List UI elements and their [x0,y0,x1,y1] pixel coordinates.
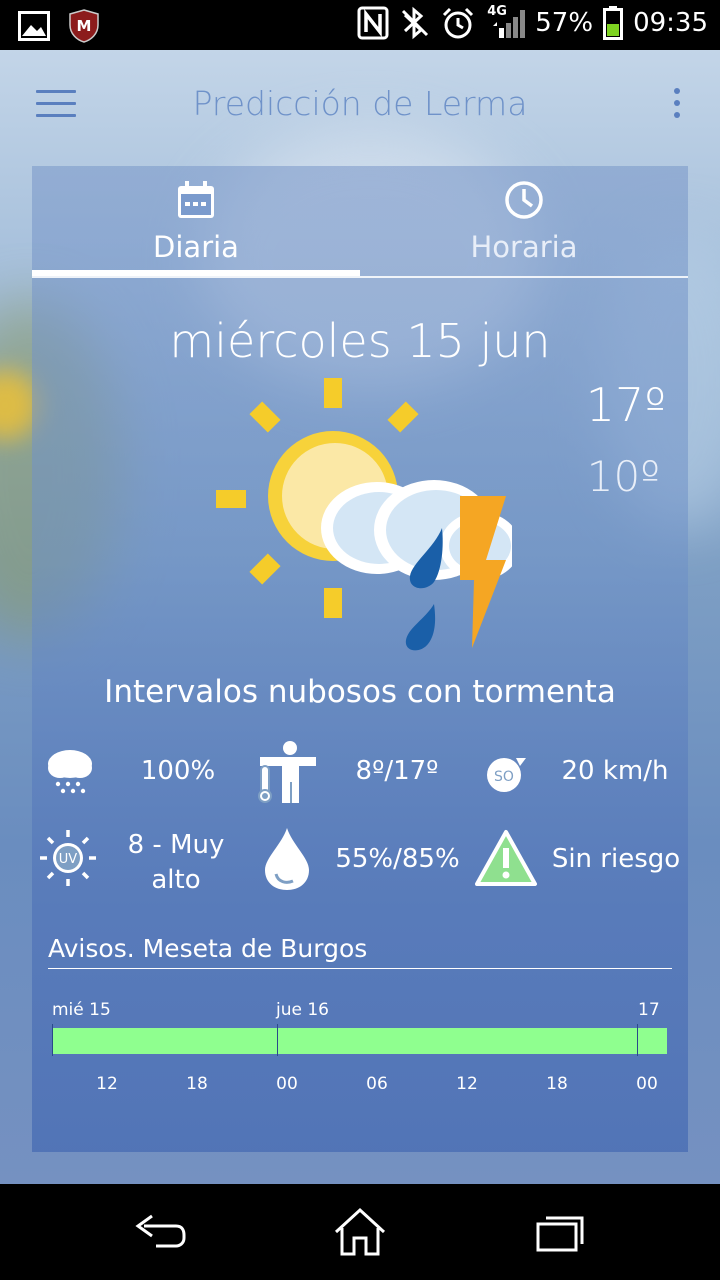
uv-sun-icon: UV [40,830,96,886]
status-bar: M 4G 57% 09:35 [0,0,720,50]
rain-cloud-icon [48,750,92,794]
app-screen: Predicción de Lerma Diaria Horaria miérc… [0,50,720,1184]
partly-cloudy-storm-icon [216,378,512,651]
temperature-person-icon [258,741,316,803]
image-icon [18,11,50,41]
tab-hourly[interactable]: Horaria [360,166,688,278]
timeline-tick [52,1024,53,1056]
timeline-day-label: mié 15 [52,1000,111,1020]
timeline-hour-label: 00 [276,1074,298,1094]
calendar-icon [178,181,214,218]
overflow-menu-button[interactable] [670,88,684,124]
more-vert-icon [674,100,680,106]
risk-level: Sin riesgo [551,844,681,874]
uv-index-value: 8 - Muy [127,830,225,860]
uv-index: 8 - Muy alto [116,828,236,898]
navigation-bar [0,1184,720,1280]
page-title: Predicción de Lerma [192,84,528,123]
weather-condition: Intervalos nubosos con tormenta [104,674,616,710]
timeline-day-label: jue 16 [276,1000,329,1020]
battery-icon [603,6,624,40]
more-vert-icon [674,112,680,118]
wind-direction-icon: SO [487,758,526,792]
warning-triangle-icon [475,830,537,886]
tab-hourly-label: Horaria [470,230,578,264]
more-vert-icon [674,88,680,94]
uv-label: UV [59,852,78,867]
wind-speed: 20 km/h [561,756,669,786]
warnings-title: Avisos. Meseta de Burgos [48,934,368,963]
uv-index-level: alto [151,865,201,895]
timeline-tick [277,1024,278,1056]
recent-apps-button[interactable] [530,1204,590,1260]
warnings-divider [48,968,672,969]
battery-percent: 57% [535,8,594,38]
timeline-hour-label: 12 [96,1074,118,1094]
tab-daily-label: Diaria [153,230,239,264]
humidity-drop-icon [265,828,309,890]
back-button[interactable] [130,1204,190,1260]
clock-time: 09:35 [633,8,708,38]
timeline-hour-label: 00 [636,1074,658,1094]
clock-icon [505,181,543,219]
svg-text:M: M [77,17,92,35]
nfc-icon [357,6,389,40]
timeline-hour-label: 06 [366,1074,388,1094]
app-bar: Predicción de Lerma [0,50,720,162]
warning-level-bar [52,1028,667,1054]
bluetooth-off-icon [402,6,429,40]
tab-daily[interactable]: Diaria [32,166,360,278]
humidity: 55%/85% [335,844,460,874]
precipitation-probability: 100% [140,756,216,786]
temp-min: 10º [586,452,660,501]
temperature-range: 8º/17º [355,756,439,786]
timeline-hour-label: 12 [456,1074,478,1094]
timeline-hour-label: 18 [546,1074,568,1094]
timeline-tick [637,1024,638,1056]
tab-bar: Diaria Horaria [32,166,688,278]
timeline-day-label: 17 [638,1000,660,1020]
temp-max: 17º [585,378,666,432]
forecast-panel: Diaria Horaria miércoles 15 jun 17º 10º [32,166,688,1152]
warnings-timeline: mié 15 jue 16 17 12 18 00 06 12 18 00 [48,1000,672,1110]
home-button[interactable] [330,1204,390,1260]
alarm-icon [443,7,474,39]
wind-direction-label: SO [494,769,514,785]
timeline-hour-label: 18 [186,1074,208,1094]
forecast-date: miércoles 15 jun [169,314,551,368]
signal-icon: 4G [485,4,526,40]
tab-divider [32,276,688,278]
mcafee-icon: M [69,9,99,43]
